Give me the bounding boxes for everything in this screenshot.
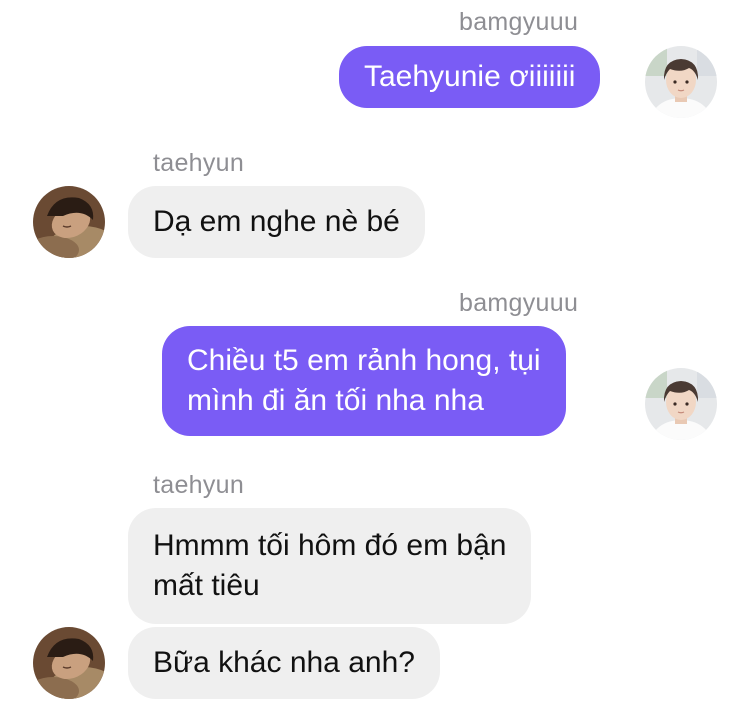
sender-name: taehyun — [153, 471, 245, 499]
avatar-bamgyuuu[interactable] — [645, 368, 717, 440]
avatar-bamgyuuu[interactable] — [645, 46, 717, 118]
message-bubble-outgoing[interactable]: Taehyunie ơiiiiiii — [339, 46, 601, 108]
message-text: mất tiêu — [153, 569, 260, 602]
message-text: Bữa khác nha anh? — [153, 646, 415, 679]
avatar-photo-icon — [645, 46, 717, 118]
sender-name: taehyun — [153, 149, 245, 177]
avatar-photo-icon — [33, 186, 105, 258]
message-text: Chiều t5 em rảnh hong, tụi — [187, 344, 541, 377]
avatar-photo-icon — [33, 627, 105, 699]
message-bubble-incoming[interactable]: Hmmm tối hôm đó em bận mất tiêu — [128, 508, 532, 624]
avatar-taehyun[interactable] — [33, 186, 105, 258]
sender-name: bamgyuuu — [459, 8, 579, 36]
message-bubble-incoming[interactable]: Dạ em nghe nè bé — [128, 186, 425, 258]
message-bubble-incoming[interactable]: Bữa khác nha anh? — [128, 627, 440, 699]
message-text: Dạ em nghe nè bé — [153, 205, 400, 238]
message-bubble-outgoing[interactable]: Chiều t5 em rảnh hong, tụi mình đi ăn tố… — [162, 326, 566, 436]
avatar-taehyun[interactable] — [33, 627, 105, 699]
message-text: mình đi ăn tối nha nha — [187, 384, 484, 417]
message-text: Hmmm tối hôm đó em bận — [153, 529, 507, 562]
sender-name: bamgyuuu — [459, 289, 579, 317]
message-text: Taehyunie ơiiiiiii — [364, 60, 576, 93]
avatar-photo-icon — [645, 368, 717, 440]
